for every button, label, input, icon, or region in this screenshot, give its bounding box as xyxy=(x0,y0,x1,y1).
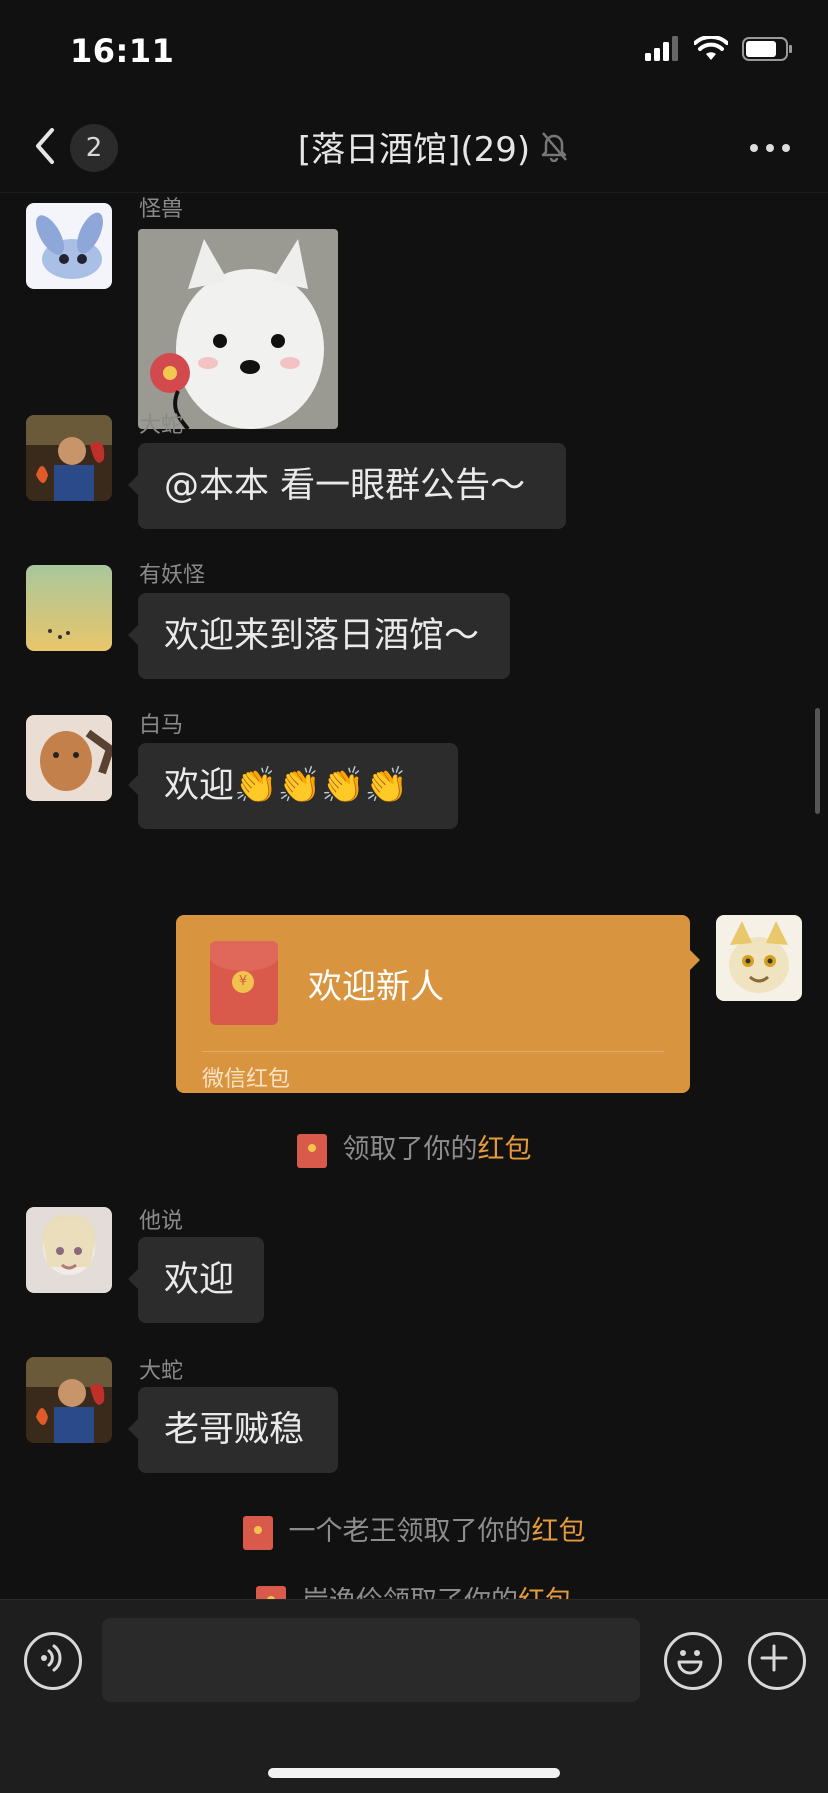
red-envelope-icon xyxy=(242,1515,273,1550)
voice-input-button[interactable] xyxy=(24,1632,82,1690)
smiley-icon xyxy=(677,1650,703,1675)
system-message-text: 领取了你的 xyxy=(342,1134,478,1165)
system-message-text: 一个老王领取了你的 xyxy=(288,1516,532,1547)
red-envelope-icon: ¥ xyxy=(210,941,278,1025)
status-icons xyxy=(644,36,794,62)
cellular-signal-icon xyxy=(645,36,678,61)
plus-icon xyxy=(760,1644,788,1672)
red-envelope-icon xyxy=(256,1585,286,1599)
avatar[interactable] xyxy=(26,1207,112,1293)
red-packet-card[interactable]: ¥ 欢迎新人 微信红包 xyxy=(176,915,700,1093)
sender-name: 怪兽 xyxy=(139,197,184,222)
divider xyxy=(202,1051,664,1052)
sender-name: 他说 xyxy=(139,1209,184,1234)
message-bubble[interactable]: 欢迎 xyxy=(128,1237,264,1323)
emoji-button[interactable] xyxy=(664,1632,722,1690)
avatar[interactable] xyxy=(26,1357,112,1443)
wifi-icon xyxy=(694,36,728,60)
home-indicator[interactable] xyxy=(268,1768,560,1778)
scrollbar[interactable] xyxy=(815,708,820,814)
avatar[interactable] xyxy=(26,203,112,289)
sender-name: 有妖怪 xyxy=(139,563,206,588)
red-packet-link[interactable]: 红包 xyxy=(518,1586,572,1599)
battery-icon xyxy=(742,37,792,61)
system-message: 一个老王领取了你的红包 xyxy=(0,1509,828,1550)
red-packet-link[interactable]: 红包 xyxy=(478,1134,532,1165)
group-title: [落日酒馆](29) xyxy=(297,130,531,170)
system-message: 岸逸伶领取了你的红包 xyxy=(0,1579,828,1599)
more-actions-button[interactable] xyxy=(748,1632,806,1690)
red-packet-title: 欢迎新人 xyxy=(308,967,444,1007)
system-message-text: 岸逸伶领取了你的 xyxy=(302,1586,518,1599)
more-options-icon[interactable] xyxy=(750,144,790,152)
coin-icon: ¥ xyxy=(232,971,254,993)
chat-header: 2 [落日酒馆](29) xyxy=(0,100,828,193)
message-list[interactable]: 怪兽 大蛇 @本本 看一眼群公告～ 有妖怪 欢迎来到落日酒馆～ 白马 欢迎👏👏👏… xyxy=(0,193,828,1599)
red-packet-link[interactable]: 红包 xyxy=(532,1516,586,1547)
avatar[interactable] xyxy=(26,565,112,651)
sender-name: 大蛇 xyxy=(139,1359,184,1384)
avatar[interactable] xyxy=(26,715,112,801)
message-input[interactable] xyxy=(102,1618,640,1702)
sender-name: 大蛇 xyxy=(139,413,184,438)
sticker-image[interactable] xyxy=(138,229,338,429)
avatar[interactable] xyxy=(26,415,112,501)
red-packet-label: 微信红包 xyxy=(202,1067,291,1092)
message-bubble[interactable]: 欢迎👏👏👏👏 xyxy=(128,743,458,829)
message-bubble[interactable]: @本本 看一眼群公告～ xyxy=(128,443,566,529)
mute-bell-icon xyxy=(541,132,567,162)
red-envelope-icon xyxy=(296,1133,327,1168)
message-bubble[interactable]: 欢迎来到落日酒馆～ xyxy=(128,593,510,679)
message-bubble[interactable]: 老哥贼稳 xyxy=(128,1387,338,1473)
voice-icon xyxy=(41,1644,62,1672)
input-bar xyxy=(0,1599,828,1793)
sender-name: 白马 xyxy=(139,713,184,738)
system-message: 领取了你的红包 xyxy=(0,1127,828,1168)
my-avatar[interactable] xyxy=(716,915,802,1001)
status-time: 16:11 xyxy=(70,32,175,70)
status-bar: 16:11 xyxy=(0,0,828,100)
